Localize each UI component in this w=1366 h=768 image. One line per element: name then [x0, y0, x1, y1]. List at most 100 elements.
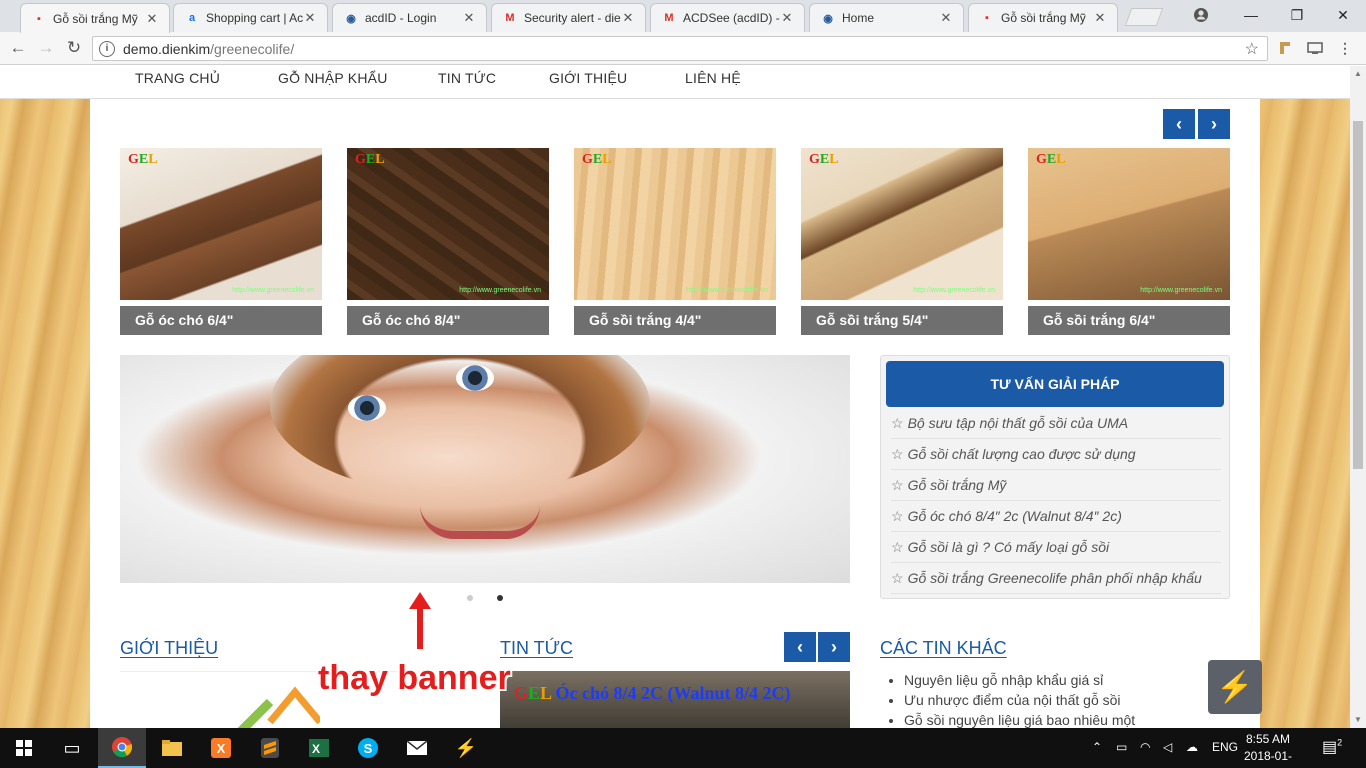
product-image[interactable]: GEL http://www.greenecolife.vn [120, 148, 322, 300]
scroll-up-icon[interactable]: ▲ [1350, 66, 1366, 82]
star-icon: ☆ [891, 508, 904, 524]
product-card[interactable]: GEL http://www.greenecolife.vn Gỗ óc chó… [347, 148, 549, 335]
product-card[interactable]: GEL http://www.greenecolife.vn Gỗ sồi tr… [574, 148, 776, 335]
product-caption[interactable]: Gỗ sồi trắng 5/4" [801, 306, 1003, 335]
product-card[interactable]: GEL http://www.greenecolife.vn Gỗ óc chó… [120, 148, 322, 335]
solutions-item[interactable]: ☆ Gỗ sồi trắng Mỹ [891, 470, 1221, 501]
forward-icon[interactable]: → [34, 37, 58, 59]
skype-icon[interactable]: S [344, 728, 392, 768]
product-watermark: http://www.greenecolife.vn [459, 287, 541, 294]
wifi-icon[interactable]: ◠ [1140, 740, 1150, 754]
browser-tab[interactable]: ▪ Gỗ sồi trắng Mỹ ✕ [20, 3, 170, 33]
other-news-item[interactable]: Ưu nhược điểm của nội thất gỗ sồi [904, 690, 1135, 710]
product-caption[interactable]: Gỗ óc chó 6/4" [120, 306, 322, 335]
product-caption[interactable]: Gỗ sồi trắng 4/4" [574, 306, 776, 335]
product-card[interactable]: GEL http://www.greenecolife.vn Gỗ sồi tr… [801, 148, 1003, 335]
info-icon[interactable]: i [99, 40, 115, 57]
language-indicator[interactable]: ENG [1212, 740, 1238, 754]
browser-tab[interactable]: M Security alert - die ✕ [491, 3, 646, 32]
news-prev-button[interactable]: ‹ [784, 632, 816, 662]
page-scrollbar[interactable]: ▲ ▼ [1350, 66, 1366, 728]
back-icon[interactable]: ← [6, 37, 30, 59]
other-news-heading[interactable]: CÁC TIN KHÁC [880, 638, 1007, 659]
tab-close-icon[interactable]: ✕ [303, 10, 317, 26]
solutions-item[interactable]: ☆ Gỗ sồi trắng Greenecolife phân phối nhậ… [891, 563, 1221, 594]
annotation-text: thay banner [318, 659, 511, 697]
tab-close-icon[interactable]: ✕ [462, 10, 476, 26]
cast-icon[interactable] [1306, 40, 1324, 58]
solutions-item[interactable]: ☆ Bộ sưu tập nội thất gỗ sồi của UMA [891, 408, 1221, 439]
products-next-button[interactable]: › [1198, 109, 1230, 139]
address-bar[interactable]: i demo.dienkim/greenecolife/ ☆ [92, 36, 1268, 61]
lightning-app-icon[interactable]: ⚡ [442, 728, 490, 768]
start-icon[interactable] [0, 728, 48, 768]
bookmark-star-icon[interactable]: ☆ [1245, 39, 1259, 59]
product-caption[interactable]: Gỗ sồi trắng 6/4" [1028, 306, 1230, 335]
solutions-item[interactable]: ☆ Gỗ óc chó 8/4″ 2c (Walnut 8/4″ 2c) [891, 501, 1221, 532]
close-window-icon[interactable]: ✕ [1320, 0, 1366, 30]
product-card[interactable]: GEL http://www.greenecolife.vn Gỗ sồi tr… [1028, 148, 1230, 335]
browser-tab[interactable]: ◉ Home ✕ [809, 3, 964, 32]
nav-home[interactable]: TRANG CHỦ [135, 70, 220, 86]
about-heading[interactable]: GIỚI THIỆU [120, 638, 218, 659]
hero-banner[interactable] [120, 355, 850, 583]
browser-tab[interactable]: ◉ acdID - Login ✕ [332, 3, 487, 32]
tray-chevron-icon[interactable]: ⌃ [1092, 740, 1102, 754]
product-image[interactable]: GEL http://www.greenecolife.vn [574, 148, 776, 300]
profile-icon[interactable] [1178, 0, 1224, 30]
nav-contact[interactable]: LIÊN HỆ [685, 70, 741, 86]
other-news-item[interactable]: Nguyên liệu gỗ nhập khẩu giá sỉ [904, 670, 1135, 690]
reload-icon[interactable]: ↻ [62, 37, 86, 59]
gel-logo: GEL [582, 152, 612, 167]
xampp-icon[interactable]: X [197, 728, 245, 768]
excel-icon[interactable]: X [295, 728, 343, 768]
solutions-item[interactable]: ☆ Gỗ sồi chất lượng cao được sử dụng [891, 439, 1221, 470]
cloud-upload-icon[interactable]: ☁ [1186, 740, 1198, 754]
tab-close-icon[interactable]: ✕ [1093, 10, 1107, 26]
browser-tab[interactable]: a Shopping cart | Ac ✕ [173, 3, 328, 32]
minimize-icon[interactable]: — [1228, 0, 1274, 30]
volume-icon[interactable]: ◁ [1163, 740, 1172, 754]
scroll-thumb[interactable] [1353, 121, 1363, 469]
file-explorer-icon[interactable] [148, 728, 196, 768]
menu-icon[interactable]: ⋮ [1336, 40, 1354, 58]
solutions-box: TƯ VẤN GIẢI PHÁP ☆ Bộ sưu tập nội thất gỗ… [880, 355, 1230, 599]
tab-title: Shopping cart | Ac [206, 11, 303, 25]
news-image[interactable]: GEL Óc chó 8/4 2C (Walnut 8/4 2C) [500, 671, 850, 728]
extension-icon[interactable] [1276, 40, 1294, 58]
nav-imported-wood[interactable]: GỖ NHẬP KHẨU [278, 70, 388, 86]
tab-close-icon[interactable]: ✕ [939, 10, 953, 26]
tab-close-icon[interactable]: ✕ [780, 10, 794, 26]
product-image[interactable]: GEL http://www.greenecolife.vn [347, 148, 549, 300]
nav-news[interactable]: TIN TỨC [438, 70, 496, 86]
system-clock[interactable]: 8:55 AM 2018-01-16 [1240, 731, 1296, 768]
svg-text:S: S [364, 741, 373, 756]
sublime-icon[interactable] [246, 728, 294, 768]
restore-icon[interactable]: ❐ [1274, 0, 1320, 30]
product-caption[interactable]: Gỗ óc chó 8/4" [347, 306, 549, 335]
tab-close-icon[interactable]: ✕ [145, 11, 159, 27]
chrome-icon[interactable] [98, 728, 146, 768]
notification-center-icon[interactable]: ▤2 [1322, 737, 1342, 757]
banner-dot-active[interactable] [497, 595, 503, 601]
product-image[interactable]: GEL http://www.greenecolife.vn [801, 148, 1003, 300]
nav-about[interactable]: GIỚI THIỆU [549, 70, 627, 86]
news-heading[interactable]: TIN TỨC [500, 638, 573, 659]
browser-tab[interactable]: ▪ Gỗ sồi trắng Mỹ ✕ [968, 3, 1118, 32]
products-prev-button[interactable]: ‹ [1163, 109, 1195, 139]
other-news-item[interactable]: Gỗ sồi nguyên liệu giá bao nhiêu một [904, 710, 1135, 728]
mail-icon[interactable] [393, 728, 441, 768]
floating-lightning-icon[interactable]: ⚡ [1208, 660, 1262, 714]
scroll-down-icon[interactable]: ▼ [1350, 712, 1366, 728]
battery-icon[interactable]: ▭ [1116, 740, 1127, 754]
new-tab-button[interactable] [1124, 8, 1164, 26]
task-view-icon[interactable]: ▭ [48, 728, 96, 768]
solutions-item[interactable]: ☆ Gỗ sồi là gì ? Có mấy loại gỗ sồi [891, 532, 1221, 563]
news-next-button[interactable]: › [818, 632, 850, 662]
tab-title: acdID - Login [365, 11, 437, 25]
tab-close-icon[interactable]: ✕ [621, 10, 635, 26]
banner-dot[interactable] [467, 595, 473, 601]
browser-tab[interactable]: M ACDSee (acdID) - I ✕ [650, 3, 805, 32]
product-image[interactable]: GEL http://www.greenecolife.vn [1028, 148, 1230, 300]
news-image-title: GEL Óc chó 8/4 2C (Walnut 8/4 2C) [514, 683, 791, 703]
